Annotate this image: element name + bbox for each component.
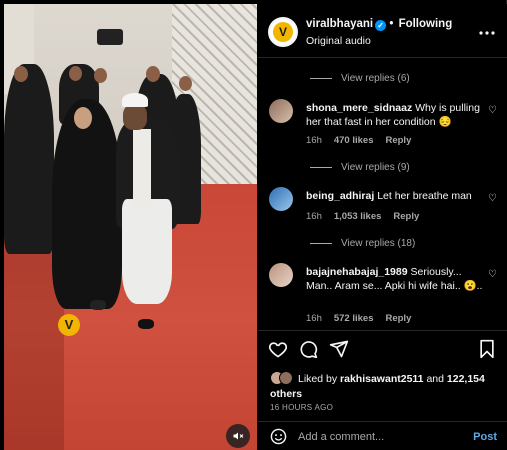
comment-time: 16h bbox=[306, 135, 322, 146]
likes-prefix: Liked by bbox=[298, 373, 338, 385]
comment-likes[interactable]: 1,053 likes bbox=[334, 211, 382, 222]
likes-suffix[interactable]: others bbox=[270, 388, 302, 400]
comment-meta: 16h 470 likes Reply bbox=[306, 135, 423, 146]
video-shoe bbox=[90, 300, 106, 310]
brand-v-logo-icon: V bbox=[273, 22, 293, 42]
commenter-avatar[interactable] bbox=[269, 99, 293, 123]
more-horizontal-icon[interactable] bbox=[479, 22, 495, 40]
view-replies-label: View replies (18) bbox=[341, 238, 416, 249]
paper-plane-icon[interactable] bbox=[329, 339, 351, 361]
view-replies-label: View replies (9) bbox=[341, 162, 410, 173]
post-header: V viralbhayani ✓ • Following Original aud… bbox=[258, 4, 507, 58]
video-person-head bbox=[146, 66, 160, 82]
post-modal: V V viralbhayani ✓ • Following Original a… bbox=[0, 0, 507, 450]
comment-body: bajajnehabajaj_1989 Seriously... Man.. A… bbox=[306, 265, 484, 293]
author-line: viralbhayani ✓ • Following bbox=[306, 18, 452, 31]
video-person-head bbox=[14, 66, 28, 82]
comment-username[interactable]: being_adhiraj bbox=[306, 190, 374, 202]
reply-button[interactable]: Reply bbox=[385, 135, 411, 146]
comment-meta: 16h 572 likes Reply bbox=[306, 313, 423, 324]
reply-button[interactable]: Reply bbox=[393, 211, 419, 222]
heart-icon[interactable] bbox=[268, 339, 290, 361]
brand-watermark-icon: V bbox=[58, 314, 80, 336]
post-side-panel: V viralbhayani ✓ • Following Original aud… bbox=[258, 4, 507, 450]
likes-count[interactable]: 122,154 bbox=[447, 373, 485, 385]
video-person-head bbox=[94, 68, 107, 83]
liker-avatar bbox=[279, 371, 293, 385]
add-comment-bar: Post bbox=[258, 421, 507, 450]
add-comment-input[interactable] bbox=[298, 428, 458, 446]
comment-time: 16h bbox=[306, 211, 322, 222]
smiley-icon[interactable] bbox=[270, 428, 288, 446]
comment-heart-icon[interactable]: ♡ bbox=[488, 105, 497, 116]
speaker-muted-icon[interactable] bbox=[226, 424, 250, 448]
video-shoe bbox=[138, 319, 154, 329]
video-man-robe bbox=[122, 199, 172, 304]
video-woman-face bbox=[74, 107, 92, 129]
liker-username[interactable]: rakhisawant2511 bbox=[340, 373, 423, 385]
reel-video[interactable]: V bbox=[4, 4, 257, 450]
video-person-head bbox=[179, 76, 192, 91]
video-person-head bbox=[69, 66, 82, 81]
post-timestamp[interactable]: 16 HOURS AGO bbox=[270, 403, 333, 412]
replies-divider bbox=[310, 77, 332, 79]
comment-bubble-icon[interactable] bbox=[298, 339, 320, 361]
header-separator: • bbox=[389, 18, 394, 30]
view-replies-button[interactable]: View replies (9) bbox=[310, 162, 410, 173]
comment-username[interactable]: bajajnehabajaj_1989 bbox=[306, 266, 408, 278]
following-button[interactable]: Following bbox=[399, 18, 453, 30]
post-comment-button[interactable]: Post bbox=[473, 431, 497, 443]
video-man-cap bbox=[122, 93, 148, 107]
replies-divider bbox=[310, 166, 332, 168]
comment-text: Let her breathe man bbox=[377, 190, 472, 202]
comment-heart-icon[interactable]: ♡ bbox=[488, 269, 497, 280]
comments-list[interactable]: View replies (6) shona_mere_sidnaaz Why … bbox=[258, 59, 507, 329]
comment-meta: 16h 1,053 likes Reply bbox=[306, 211, 431, 222]
verified-badge-icon: ✓ bbox=[375, 20, 387, 31]
video-camera bbox=[97, 29, 123, 45]
video-man-face bbox=[123, 104, 147, 130]
bookmark-icon[interactable] bbox=[478, 339, 500, 361]
reply-button[interactable]: Reply bbox=[385, 313, 411, 324]
likes-conjunction: and bbox=[426, 373, 444, 385]
view-replies-button[interactable]: View replies (18) bbox=[310, 238, 416, 249]
comment-username[interactable]: shona_mere_sidnaaz bbox=[306, 102, 412, 114]
author-avatar[interactable]: V bbox=[268, 17, 298, 47]
comment-time: 16h bbox=[306, 313, 322, 324]
commenter-avatar[interactable] bbox=[269, 263, 293, 287]
comment-likes[interactable]: 572 likes bbox=[334, 313, 374, 324]
comment-likes[interactable]: 470 likes bbox=[334, 135, 374, 146]
video-man-shirt bbox=[133, 129, 151, 209]
comment-body: shona_mere_sidnaaz Why is pulling her th… bbox=[306, 101, 484, 129]
video-woman-abaya bbox=[52, 99, 122, 309]
view-replies-label: View replies (6) bbox=[341, 73, 410, 84]
replies-divider bbox=[310, 242, 332, 244]
view-replies-button[interactable]: View replies (6) bbox=[310, 73, 410, 84]
likes-summary: Liked by rakhisawant2511 and 122,154 oth… bbox=[270, 371, 500, 402]
original-audio-link[interactable]: Original audio bbox=[306, 35, 371, 47]
comment-heart-icon[interactable]: ♡ bbox=[488, 193, 497, 204]
commenter-avatar[interactable] bbox=[269, 187, 293, 211]
comment-body: being_adhiraj Let her breathe man bbox=[306, 189, 484, 203]
video-crowd-left bbox=[4, 64, 54, 254]
post-actions: Liked by rakhisawant2511 and 122,154 oth… bbox=[258, 330, 507, 450]
author-username[interactable]: viralbhayani bbox=[306, 18, 373, 30]
